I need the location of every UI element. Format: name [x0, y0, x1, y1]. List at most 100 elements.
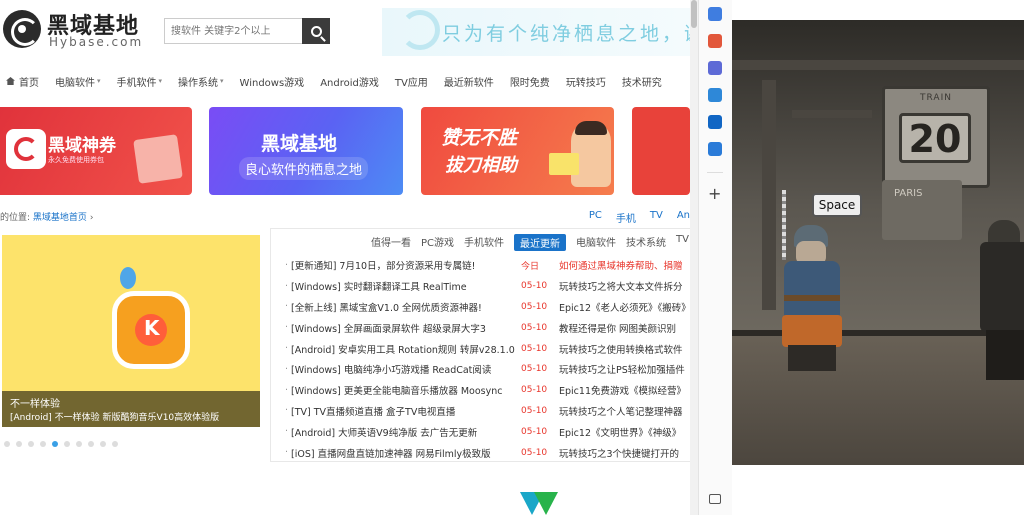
featured-slider[interactable]: 不一样体验 [Android] 不一样体验 新版酷狗音乐V10高效体验版 — [2, 235, 260, 427]
side-article-link[interactable]: 如何通过黑域神券帮助、捐赠 — [559, 258, 690, 272]
nav-label: 首页 — [19, 77, 39, 89]
send-icon[interactable] — [708, 142, 722, 156]
nav-label: 最近新软件 — [443, 77, 494, 89]
promo-title: 黑域神券 — [48, 136, 116, 156]
search-button[interactable] — [302, 18, 330, 44]
nav-item-research[interactable]: 技术研究 — [614, 74, 670, 89]
nav-item-tips[interactable]: 玩转技巧 — [558, 74, 614, 89]
side-article-link[interactable]: 玩转技巧之将大文本文件拆分 — [559, 279, 690, 293]
nav-item-tv-apps[interactable]: TV应用 — [387, 74, 436, 89]
slider-dot[interactable] — [76, 441, 82, 447]
nav-item-android-games[interactable]: Android游戏 — [312, 74, 387, 89]
scrollbar-thumb[interactable] — [691, 0, 697, 28]
nav-item-limited-free[interactable]: 限时免费 — [502, 74, 558, 89]
update-title-link[interactable]: [Windows] 电脑纯净小巧游戏播 ReadCat阅读 — [291, 362, 515, 376]
slider-dot[interactable] — [100, 441, 106, 447]
slider-dot[interactable] — [64, 441, 70, 447]
slider-dot[interactable] — [4, 441, 10, 447]
outlook-icon[interactable] — [708, 115, 722, 129]
tag-icon[interactable] — [708, 7, 722, 21]
slider-dot[interactable] — [40, 441, 46, 447]
nav-item-os[interactable]: 操作系统 ▾ — [170, 74, 232, 89]
side-article-link[interactable]: 玩转技巧之让PS轻松加强插件 — [559, 362, 690, 376]
updates-tab[interactable]: 值得一看 — [371, 234, 411, 251]
update-title-link[interactable]: [Android] 大师英语V9纯净版 去广告无更新 — [291, 425, 515, 439]
breadcrumb: 的位置: 黑域基地首页 › — [0, 210, 93, 223]
promo-subtitle: 拔刀相助 — [445, 155, 517, 176]
add-icon[interactable]: + — [708, 186, 721, 202]
tab-pc[interactable]: PC — [589, 210, 602, 225]
nav-item-home[interactable]: 首页 — [0, 74, 47, 89]
update-title-link[interactable]: [Windows] 更美更全能电脑音乐播放器 Moosync — [291, 383, 515, 397]
update-date: 05-10 — [521, 447, 548, 458]
update-row: · [全新上线] 黑域宝盒V1.0 全网优质资源神器! 05-10 Epic12《老人… — [285, 297, 690, 318]
side-article-link[interactable]: 玩转技巧之使用转换格式软件 — [559, 342, 690, 356]
board-label: TRAIN — [920, 93, 952, 103]
update-title-link[interactable]: [Windows] 全屏画面录屏软件 超级录屏大字3 — [291, 321, 515, 335]
slider-dot[interactable] — [112, 441, 118, 447]
pipe-decor — [792, 110, 872, 118]
updates-tab[interactable]: PC游戏 — [421, 234, 454, 251]
nav-item-windows-games[interactable]: Windows游戏 — [232, 74, 313, 89]
updates-tab[interactable]: 手机软件 — [464, 234, 504, 251]
kugou-app-icon — [112, 291, 190, 369]
update-title-link[interactable]: [Android] 安卓实用工具 Rotation规则 转屏v28.1.0 — [291, 342, 515, 356]
updates-tab[interactable]: 电脑软件 — [576, 234, 616, 251]
tab-mobile[interactable]: 手机 — [616, 210, 636, 225]
slider-dot[interactable] — [88, 441, 94, 447]
slider-dot[interactable] — [52, 441, 58, 447]
promo-subtitle: 良心软件的栖息之地 — [239, 157, 369, 180]
updates-tab[interactable]: TV — [676, 234, 689, 251]
updates-tab[interactable]: 技术系统 — [626, 234, 666, 251]
partner-logo-icon — [520, 492, 560, 515]
update-row: · [Android] 安卓实用工具 Rotation规则 转屏v28.1.0 05… — [285, 338, 690, 359]
nav-item-mobile-software[interactable]: 手机软件 ▾ — [109, 74, 171, 89]
slider-dot[interactable] — [28, 441, 34, 447]
promo-card-hybase[interactable]: 黑域基地 良心软件的栖息之地 — [209, 107, 403, 195]
update-row: · [Android] 大师英语V9纯净版 去广告无更新 05-10 Epic12《文… — [285, 421, 690, 442]
side-article-link[interactable]: Epic12《文明世界》《神级》 — [559, 425, 690, 439]
search-icon — [310, 25, 322, 37]
update-title-link[interactable]: [iOS] 直播网盘直链加速神器 网易Filmly极致版 — [291, 446, 515, 460]
translate-icon[interactable] — [708, 61, 722, 75]
nav-label: TV应用 — [394, 77, 428, 89]
home-icon — [6, 77, 15, 85]
updates-tab[interactable]: 最近更新 — [514, 234, 567, 251]
slider-dot[interactable] — [16, 441, 22, 447]
side-article-link[interactable]: 教程还得是你 网图美颜识别 — [559, 321, 690, 335]
side-article-link[interactable]: Epic11免费游戏《模拟经营》 — [559, 383, 690, 397]
update-title-link[interactable]: [Windows] 实时翻译翻译工具 RealTime — [291, 279, 515, 293]
feedback-icon[interactable] — [709, 494, 721, 504]
update-date: 05-10 — [521, 301, 548, 312]
gift-bag-icon — [133, 134, 183, 184]
update-title-link[interactable]: [TV] TV直播频道直播 盒子TV电视直播 — [291, 404, 515, 418]
toolbox-icon[interactable] — [708, 34, 722, 48]
promo-card-donate[interactable]: 赞无不胜 拔刀相助 — [421, 107, 614, 195]
tab-android[interactable]: An — [677, 210, 690, 225]
nav-label: Android游戏 — [320, 77, 379, 89]
breadcrumb-home-link[interactable]: 黑域基地首页 — [33, 213, 87, 223]
shield-icon[interactable] — [708, 88, 722, 102]
nav-item-new-software[interactable]: 最近新软件 — [436, 74, 502, 89]
page-scrollbar[interactable] — [690, 0, 698, 515]
tab-tv[interactable]: TV — [650, 210, 663, 225]
nav-item-pc-software[interactable]: 电脑软件 ▾ — [47, 74, 109, 89]
side-article-link[interactable]: Epic12《老人必须死》《搬砖》 — [559, 300, 690, 314]
promo-card-partial[interactable] — [632, 107, 690, 195]
pipe-decor — [762, 80, 776, 310]
game-viewport[interactable]: TRAIN 20 PARIS Space — [732, 20, 1024, 465]
platform-tabs: PC 手机 TV An — [589, 210, 690, 225]
logo-subtitle: Hybase.com — [49, 35, 144, 49]
updates-panel: 值得一看 PC游戏 手机软件 最近更新 电脑软件 技术系统 TV · [更新通知] 7月10日… — [270, 228, 690, 462]
nav-label: 玩转技巧 — [565, 77, 606, 89]
update-row: · [Windows] 更美更全能电脑音乐播放器 Moosync 05-10 Epic… — [285, 380, 690, 401]
promo-card-coupon[interactable]: 黑域神券 永久免费使用券包 — [0, 107, 192, 195]
side-article-link[interactable]: 玩转技巧之3个快捷键打开的 — [559, 446, 690, 460]
update-title-link[interactable]: [更新通知] 7月10日，部分资源采用专属链! — [291, 258, 515, 272]
nav-label: 限时免费 — [509, 77, 550, 89]
site-logo[interactable]: 黑域基地 Hybase.com — [3, 8, 141, 52]
update-title-link[interactable]: [全新上线] 黑域宝盒V1.0 全网优质资源神器! — [291, 300, 515, 314]
side-article-link[interactable]: 玩转技巧之个人笔记整理神器 — [559, 404, 690, 418]
top-banner[interactable]: 只为有个纯净栖息之地，谢 — [382, 8, 690, 56]
update-date: 05-10 — [521, 426, 548, 437]
